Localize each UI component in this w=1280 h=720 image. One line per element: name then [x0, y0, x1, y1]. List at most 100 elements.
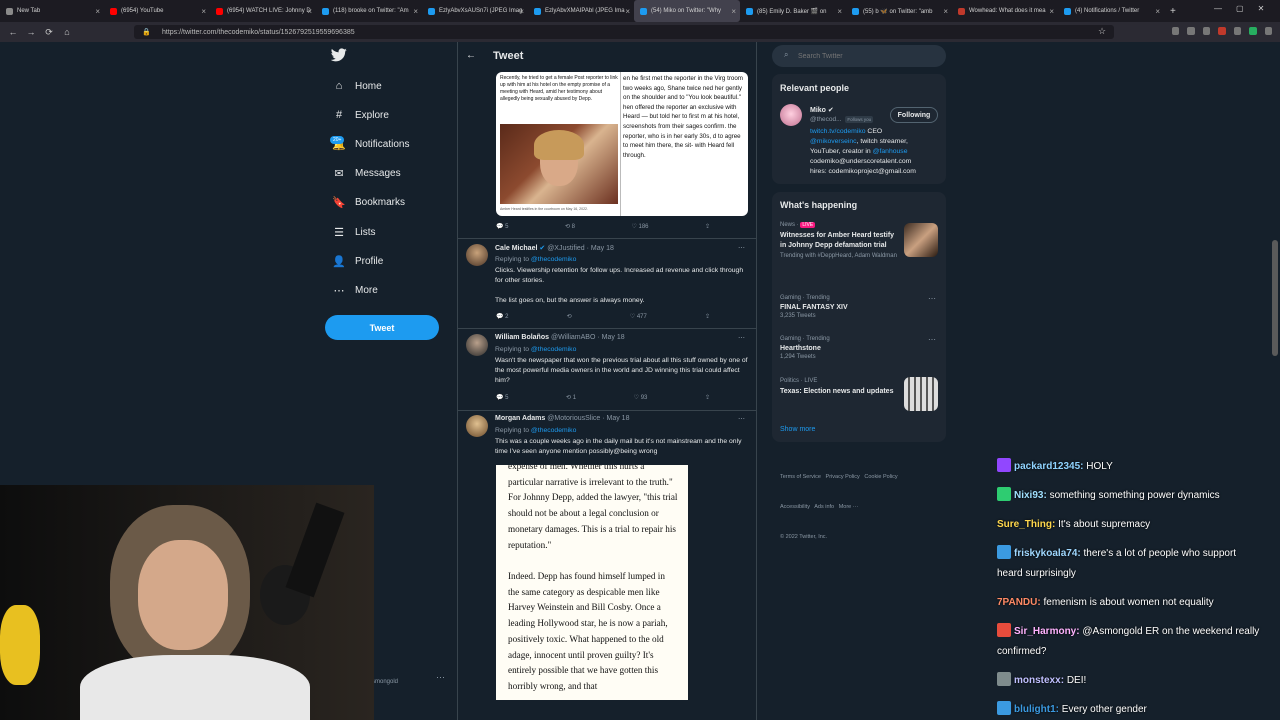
reply-action[interactable]: 💬 2: [496, 313, 508, 320]
tab-close-icon[interactable]: ×: [731, 7, 736, 16]
share-action[interactable]: ⇪: [705, 394, 710, 401]
article-image[interactable]: expense of men. Whether this hurts a par…: [496, 465, 688, 700]
avatar[interactable]: [466, 415, 488, 437]
tab-close-icon[interactable]: ×: [1049, 7, 1054, 16]
maximize-icon[interactable]: ▢: [1236, 4, 1244, 13]
browser-tab[interactable]: (118) brooke on Twitter: "Am ×: [316, 0, 422, 22]
more-options-icon[interactable]: ⋯: [738, 334, 745, 342]
chat-username[interactable]: blulight1: [1014, 704, 1056, 715]
back-icon[interactable]: ←: [4, 27, 22, 37]
browser-tab[interactable]: (6954) YouTube ×: [104, 0, 210, 22]
person-name[interactable]: Miko: [810, 107, 826, 114]
avatar[interactable]: [466, 244, 488, 266]
nav-item-label: Profile: [355, 255, 384, 267]
forward-icon[interactable]: →: [22, 27, 40, 37]
browser-tab[interactable]: EzlyAbvXsAUSn7i (JPEG Imag ×: [422, 0, 528, 22]
reply-action[interactable]: 💬 5: [496, 223, 508, 230]
tab-close-icon[interactable]: ×: [201, 7, 206, 16]
retweet-action[interactable]: ⟲ 1: [566, 394, 576, 401]
retweet-action[interactable]: ⟲: [567, 313, 572, 320]
browser-tab[interactable]: EzlyAbvXMAIPAbl (JPEG Ima ×: [528, 0, 634, 22]
reply-action[interactable]: 💬 5: [496, 394, 508, 401]
chat-username[interactable]: monstexx: [1014, 675, 1061, 686]
nav-item-explore[interactable]: # Explore: [332, 108, 389, 122]
tab-favicon-icon: [6, 7, 13, 15]
retweet-action[interactable]: ⟲ 8: [565, 223, 575, 230]
more-options-icon[interactable]: ⋯: [928, 294, 936, 303]
following-button[interactable]: Following: [890, 107, 938, 123]
trend-item[interactable]: Politics · LIVE Texas: Election news and…: [780, 378, 898, 397]
tab-close-icon[interactable]: ×: [95, 7, 100, 16]
page-scrollbar[interactable]: [1272, 240, 1278, 356]
url-bar[interactable]: 🔒 https://twitter.com/thecodemiko/status…: [134, 25, 1114, 39]
chat-username[interactable]: packard12345: [1014, 461, 1080, 472]
like-action[interactable]: ♡ 477: [630, 313, 647, 320]
browser-tab[interactable]: Wowhead: What does it mea ×: [952, 0, 1058, 22]
close-window-icon[interactable]: ✕: [1258, 4, 1265, 13]
browser-tab[interactable]: New Tab ×: [0, 0, 104, 22]
nav-item-profile[interactable]: 👤 Profile: [332, 254, 383, 268]
browser-tab[interactable]: (85) Emily D. Baker 🎬 on ×: [740, 0, 846, 22]
chat-text: It's about supremacy: [1058, 519, 1151, 530]
trend-item[interactable]: Gaming · Trending Hearthstone 1,294 Twee…: [780, 336, 930, 360]
author-name[interactable]: Morgan Adams: [495, 415, 545, 422]
nav-item-more[interactable]: ⋯ More: [332, 283, 378, 297]
article-paragraph-1: expense of men. Whether this hurts a par…: [508, 465, 678, 550]
avatar[interactable]: [466, 334, 488, 356]
new-tab-button[interactable]: +: [1164, 0, 1182, 22]
back-arrow-icon[interactable]: ←: [466, 50, 476, 61]
browser-tab[interactable]: (54) Miko on Twitter: "Why ×: [634, 0, 740, 22]
browser-tab[interactable]: (4) Notifications / Twitter ×: [1058, 0, 1164, 22]
nav-item-bookmarks[interactable]: 🔖 Bookmarks: [332, 196, 405, 210]
share-action[interactable]: ⇪: [705, 223, 710, 230]
avatar[interactable]: [780, 104, 802, 126]
more-options-icon[interactable]: ⋯: [738, 244, 745, 252]
chat-username[interactable]: Sure_Thing: [997, 519, 1052, 530]
like-action[interactable]: ♡ 93: [634, 394, 648, 401]
verified-icon: ✔: [539, 245, 546, 252]
more-options-icon[interactable]: ⋯: [928, 335, 936, 344]
trend-item[interactable]: Gaming · Trending FINAL FANTASY XIV 3,23…: [780, 295, 930, 319]
account-handle[interactable]: smongold: [372, 679, 398, 685]
tab-close-icon[interactable]: ×: [1155, 7, 1160, 16]
share-action[interactable]: ⇪: [705, 313, 710, 320]
author-name[interactable]: Cale Michael: [495, 245, 537, 252]
chat-username[interactable]: 7PANDU: [997, 597, 1037, 608]
minimize-icon[interactable]: —: [1214, 4, 1222, 13]
tab-close-icon[interactable]: ×: [943, 7, 948, 16]
search-input[interactable]: [798, 49, 938, 63]
nav-item-lists[interactable]: ☰ Lists: [332, 225, 376, 239]
home-browser-icon[interactable]: ⌂: [58, 27, 76, 37]
author-name[interactable]: William Bolaños: [495, 334, 549, 341]
browser-tab[interactable]: (55) b 🦋 on Twitter: "amb ×: [846, 0, 952, 22]
divider: [458, 328, 756, 329]
search-box[interactable]: ⌕: [772, 45, 946, 67]
tab-close-icon[interactable]: ×: [625, 7, 630, 16]
tab-label: (6954) WATCH LIVE: Johnny D: [227, 8, 311, 14]
nav-item-messages[interactable]: ✉ Messages: [332, 167, 400, 181]
trend-thumbnail: [904, 223, 938, 257]
reply-tweet[interactable]: Cale Michael ✔ @XJustified · May 18 ⋯ Re…: [466, 244, 750, 324]
chat-username[interactable]: Nixi93: [1014, 490, 1043, 501]
tab-close-icon[interactable]: ×: [519, 7, 524, 16]
bookmark-star-icon[interactable]: ☆: [1098, 26, 1106, 37]
nav-item-home[interactable]: ⌂ Home: [332, 79, 382, 93]
show-more-link[interactable]: Show more: [780, 426, 815, 433]
tweet-button[interactable]: Tweet: [325, 315, 439, 340]
tab-close-icon[interactable]: ×: [307, 7, 312, 16]
like-action[interactable]: ♡ 186: [631, 223, 648, 230]
tab-close-icon[interactable]: ×: [837, 7, 842, 16]
reply-tweet[interactable]: William Bolaños @WilliamABO · May 18 ⋯ R…: [466, 334, 750, 406]
chat-username[interactable]: Sir_Harmony: [1014, 626, 1076, 637]
tab-label: EzlyAbvXsAUSn7i (JPEG Imag: [439, 8, 523, 14]
browser-tab[interactable]: (6954) WATCH LIVE: Johnny D ×: [210, 0, 316, 22]
account-more-icon[interactable]: ⋯: [436, 672, 445, 683]
tab-close-icon[interactable]: ×: [413, 7, 418, 16]
chat-message: friskykoala74: there's a lot of people w…: [997, 544, 1236, 584]
more-options-icon[interactable]: ⋯: [738, 415, 745, 423]
twitter-logo-icon[interactable]: [330, 48, 347, 64]
tweet-image[interactable]: Recently, he tried to get a female Post …: [496, 72, 748, 216]
reload-icon[interactable]: ⟳: [40, 27, 58, 38]
trend-item[interactable]: News · LIVE Witnesses for Amber Heard te…: [780, 222, 900, 259]
chat-username[interactable]: friskykoala74: [1014, 548, 1077, 559]
